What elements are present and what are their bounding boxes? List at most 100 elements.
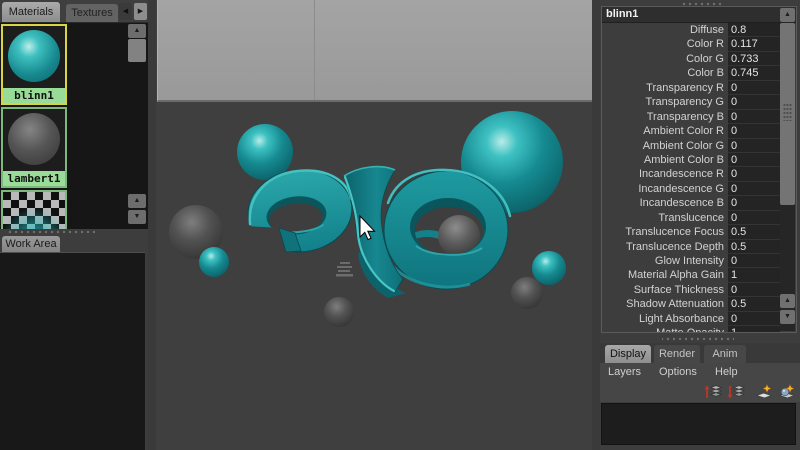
create-empty-layer-icon[interactable] — [755, 384, 773, 400]
attribute-label: Translucence Focus — [602, 225, 724, 239]
attribute-row: Light Absorbance 0 — [602, 312, 780, 326]
attribute-row: Transparency G 0 — [602, 95, 780, 109]
attribute-value-field[interactable]: 0.5 — [728, 240, 780, 254]
move-layer-down-icon[interactable] — [727, 384, 745, 400]
attribute-label: Transparency B — [602, 110, 724, 124]
attribute-label: Ambient Color G — [602, 139, 724, 153]
attribute-value-field[interactable]: 0 — [728, 110, 780, 124]
attribute-row: Incandescence R 0 — [602, 167, 780, 181]
attribute-value-field[interactable]: 0 — [728, 95, 780, 109]
scroll-up-icon[interactable]: ▲ — [780, 294, 795, 308]
tab-display[interactable]: Display — [605, 345, 651, 363]
attribute-row: Transparency B 0 — [602, 110, 780, 124]
attribute-label: Matte Opacity — [602, 326, 724, 332]
attribute-value-field[interactable]: 1 — [728, 326, 780, 332]
materials-swatch-list[interactable]: blinn1 lambert1 ▲ ▲ ▼ — [0, 23, 148, 229]
attribute-label: Translucence Depth — [602, 240, 724, 254]
menu-layers[interactable]: Layers — [608, 363, 641, 382]
panel-resize-grip[interactable] — [662, 336, 734, 342]
attribute-scrollbar[interactable]: ▲ ▲ ▼ — [780, 8, 795, 331]
attribute-value-field[interactable]: 1 — [728, 268, 780, 282]
teal-sphere-preview — [8, 30, 60, 82]
attribute-label: Surface Thickness — [602, 283, 724, 297]
tab-textures[interactable]: Textures — [66, 4, 118, 22]
3d-viewport[interactable] — [148, 0, 600, 450]
tab-scroll-left-icon[interactable]: ◀ — [119, 3, 132, 20]
blinn1-preview — [3, 26, 65, 88]
attribute-value-field[interactable]: 0 — [728, 211, 780, 225]
attribute-row: Color G 0.733 — [602, 52, 780, 66]
attribute-row: Ambient Color G 0 — [602, 139, 780, 153]
gray-sphere-preview — [8, 113, 60, 165]
attribute-row: Incandescence G 0 — [602, 182, 780, 196]
scrollbar-thumb[interactable] — [780, 23, 795, 205]
material-name-header: blinn1 — [602, 7, 796, 23]
attribute-value-field[interactable]: 0 — [728, 254, 780, 268]
attribute-label: Shadow Attenuation — [602, 297, 724, 311]
attribute-label: Color B — [602, 66, 724, 80]
vertical-divider-left[interactable] — [148, 0, 156, 450]
scroll-up-icon[interactable]: ▲ — [780, 8, 795, 22]
tab-materials[interactable]: Materials — [2, 2, 60, 22]
attribute-row: Shadow Attenuation 0.5 — [602, 297, 780, 311]
attribute-label: Transparency G — [602, 95, 724, 109]
attribute-label: Color G — [602, 52, 724, 66]
attribute-panel: blinn1 Diffuse 0.8 Color R 0.117 Color G — [600, 0, 800, 450]
layer-list[interactable] — [601, 403, 796, 445]
attribute-spreadsheet: blinn1 Diffuse 0.8 Color R 0.117 Color G — [601, 6, 797, 333]
tab-anim[interactable]: Anim — [704, 345, 746, 363]
vertical-divider-right[interactable] — [592, 0, 600, 450]
hypershade-window: Materials Textures ◀ ▶ blinn1 lambert1 — [0, 0, 800, 450]
menu-options[interactable]: Options — [659, 363, 697, 382]
move-layer-up-icon[interactable] — [704, 384, 722, 400]
attribute-row: Color B 0.745 — [602, 66, 780, 80]
swatch-checker-texture[interactable] — [1, 190, 67, 229]
scroll-down-icon[interactable]: ▼ — [128, 210, 146, 224]
attribute-value-field[interactable]: 0 — [728, 182, 780, 196]
thumb-grip-texture — [783, 103, 792, 121]
scroll-up-icon[interactable]: ▲ — [128, 194, 146, 208]
scroll-up-icon[interactable]: ▲ — [128, 24, 146, 38]
attribute-value-field[interactable]: 0 — [728, 283, 780, 297]
attribute-row: Glow Intensity 0 — [602, 254, 780, 268]
attribute-row: Surface Thickness 0 — [602, 283, 780, 297]
attribute-value-field[interactable]: 0.733 — [728, 52, 780, 66]
attribute-value-field[interactable]: 0 — [728, 124, 780, 138]
attribute-value-field[interactable]: 0 — [728, 167, 780, 181]
attribute-label: Material Alpha Gain — [602, 268, 724, 282]
attribute-row: Translucence 0 — [602, 211, 780, 225]
scrollbar-thumb[interactable] — [128, 39, 146, 62]
menu-help[interactable]: Help — [715, 363, 738, 382]
panel-resize-grip[interactable] — [6, 229, 98, 235]
attribute-value-field[interactable]: 0.8 — [728, 23, 780, 37]
attribute-value-field[interactable]: 0 — [728, 81, 780, 95]
attribute-value-field[interactable]: 0.5 — [728, 225, 780, 239]
attribute-value-field[interactable]: 0.5 — [728, 297, 780, 311]
attribute-value-field[interactable]: 0 — [728, 139, 780, 153]
attribute-value-field[interactable]: 0 — [728, 153, 780, 167]
checker-preview — [3, 192, 65, 229]
small-teal-sphere-right — [532, 251, 566, 285]
swatch-lambert1[interactable]: lambert1 — [1, 107, 67, 188]
swatch-blinn1-label: blinn1 — [3, 88, 65, 103]
attribute-value-field[interactable]: 0 — [728, 312, 780, 326]
attribute-value-field[interactable]: 0.745 — [728, 66, 780, 80]
attribute-label: Diffuse — [602, 23, 724, 37]
layer-editor-tab-bar: Display Render Anim — [600, 343, 800, 363]
swatch-blinn1[interactable]: blinn1 — [1, 24, 67, 105]
tab-scroll-right-icon[interactable]: ▶ — [134, 3, 147, 20]
work-area-canvas[interactable] — [0, 252, 145, 450]
attribute-row: Matte Opacity 1 — [602, 326, 780, 332]
attribute-label: Incandescence R — [602, 167, 724, 181]
attribute-row: Incandescence B 0 — [602, 196, 780, 210]
attribute-value-field[interactable]: 0.117 — [728, 37, 780, 51]
tab-render[interactable]: Render — [654, 345, 700, 363]
gray-sphere-right — [511, 277, 543, 309]
panel-seam — [314, 0, 315, 100]
attribute-label: Incandescence G — [602, 182, 724, 196]
create-layer-from-selected-icon[interactable] — [778, 384, 796, 400]
scroll-down-icon[interactable]: ▼ — [780, 310, 795, 324]
tab-work-area[interactable]: Work Area — [2, 236, 60, 252]
attribute-value-field[interactable]: 0 — [728, 196, 780, 210]
teal-ribbon-object — [244, 165, 510, 298]
